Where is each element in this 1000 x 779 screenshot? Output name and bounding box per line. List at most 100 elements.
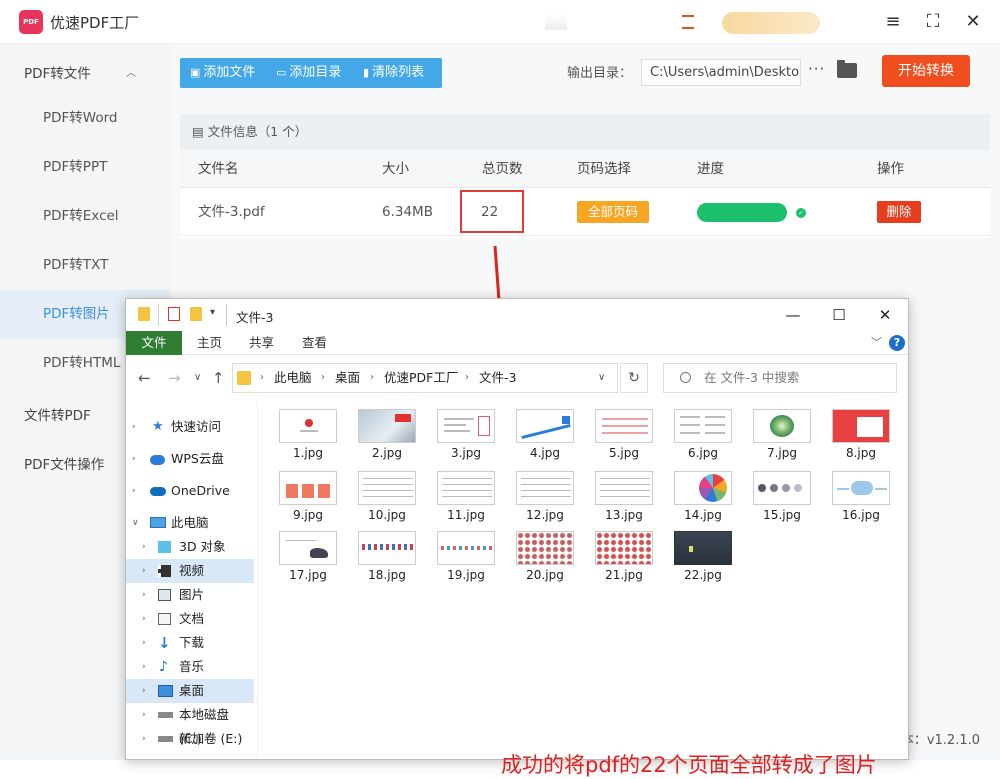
close-icon[interactable]: ✕	[862, 299, 908, 331]
file-item[interactable]: 10.jpg	[358, 471, 416, 529]
fullscreen-icon[interactable]: ⛶	[920, 10, 946, 34]
chevron-up-icon[interactable]: ︿	[126, 64, 136, 79]
more-icon[interactable]: ···	[808, 60, 825, 78]
properties-icon[interactable]	[168, 307, 180, 321]
crumb-current[interactable]: 文件-3	[479, 364, 516, 392]
file-item[interactable]: 8.jpg	[832, 409, 890, 467]
tab-view[interactable]: 查看	[302, 331, 327, 355]
new-folder-icon[interactable]	[190, 307, 202, 321]
chevron-down-icon[interactable]: ∨	[132, 511, 139, 535]
crumb-desktop[interactable]: 桌面	[335, 364, 360, 392]
thumbnail	[516, 531, 574, 565]
file-item[interactable]: 17.jpg	[279, 531, 337, 589]
chevron-right-icon[interactable]: ›	[142, 535, 146, 559]
forward-icon[interactable]: →	[168, 369, 181, 387]
file-item[interactable]: 21.jpg	[595, 531, 653, 589]
file-item[interactable]: 22.jpg	[674, 531, 732, 589]
tree-item-drive-c[interactable]: › 本地磁盘 (C:)	[126, 703, 254, 746]
separator	[158, 304, 159, 326]
file-item[interactable]: 20.jpg	[516, 531, 574, 589]
back-icon[interactable]: ←	[138, 369, 151, 387]
file-item[interactable]: 3.jpg	[437, 409, 495, 467]
file-item[interactable]: 4.jpg	[516, 409, 574, 467]
output-dir-field[interactable]: C:\Users\admin\Desktop	[641, 59, 801, 86]
add-dir-label: 添加目录	[289, 65, 342, 80]
vip-badge[interactable]	[722, 12, 820, 34]
help-icon[interactable]: ?	[889, 335, 905, 351]
chevron-right-icon[interactable]: ›	[142, 679, 146, 703]
chevron-right-icon[interactable]: ›	[132, 479, 136, 503]
tree-item-desktop[interactable]: › 桌面	[126, 679, 254, 703]
tab-file[interactable]: 文件	[126, 331, 182, 355]
file-item[interactable]: 13.jpg	[595, 471, 653, 529]
hamburger-icon[interactable]: ≡	[880, 10, 906, 34]
up-icon[interactable]: ↑	[212, 369, 225, 387]
file-name: 16.jpg	[842, 508, 880, 522]
chevron-right-icon[interactable]: ›	[142, 631, 146, 655]
file-item[interactable]: 15.jpg	[753, 471, 811, 529]
tree-item-this-pc[interactable]: ∨ 此电脑	[126, 511, 254, 535]
file-item[interactable]: 9.jpg	[279, 471, 337, 529]
add-file-button[interactable]: ▣ 添加文件	[190, 58, 255, 88]
page-select-button[interactable]: 全部页码	[577, 201, 649, 223]
tree-item-quick-access[interactable]: › ★ 快速访问	[126, 415, 254, 439]
sidebar-item-excel[interactable]: PDF转Excel	[0, 192, 170, 240]
file-name: 9.jpg	[292, 508, 324, 522]
sidebar-group-pdf-to-file[interactable]: PDF转文件	[24, 62, 91, 82]
open-folder-icon[interactable]	[837, 60, 857, 78]
customize-icon[interactable]: ▾	[210, 307, 215, 323]
tree-item-documents[interactable]: › 文档	[126, 607, 254, 631]
crumb-this-pc[interactable]: 此电脑	[274, 364, 312, 392]
chevron-right-icon[interactable]: ›	[142, 583, 146, 607]
app-logo: PDF	[19, 10, 43, 34]
tab-share[interactable]: 共享	[249, 331, 274, 355]
tree-item-video[interactable]: › 视频	[126, 559, 254, 583]
close-icon[interactable]: ✕	[960, 10, 986, 34]
chevron-right-icon[interactable]: ›	[132, 415, 136, 439]
sidebar-item-word[interactable]: PDF转Word	[0, 94, 170, 142]
tree-item-downloads[interactable]: › ↓ 下载	[126, 631, 254, 655]
chevron-down-icon[interactable]: ∨	[598, 364, 605, 392]
sidebar-group-pdf-ops[interactable]: PDF文件操作	[24, 453, 104, 473]
sidebar-group-file-to-pdf[interactable]: 文件转PDF	[24, 404, 91, 424]
tree-item-pictures[interactable]: › 图片	[126, 583, 254, 607]
refresh-icon[interactable]: ↻	[620, 363, 648, 393]
file-item[interactable]: 18.jpg	[358, 531, 416, 589]
tree-item-3d[interactable]: › 3D 对象	[126, 535, 254, 559]
tree-item-music[interactable]: › ♪ 音乐	[126, 655, 254, 679]
file-item[interactable]: 2.jpg	[358, 409, 416, 467]
tab-home[interactable]: 主页	[197, 331, 222, 355]
tree-item-wps-cloud[interactable]: › WPS云盘	[126, 447, 254, 471]
file-item[interactable]: 1.jpg	[279, 409, 337, 467]
chevron-right-icon[interactable]: ›	[142, 607, 146, 631]
start-convert-button[interactable]: 开始转换	[882, 55, 970, 87]
file-item[interactable]: 7.jpg	[753, 409, 811, 467]
chevron-right-icon[interactable]: ›	[132, 447, 136, 471]
crumb-app-folder[interactable]: 优速PDF工厂	[384, 364, 458, 392]
sidebar-item-txt[interactable]: PDF转TXT	[0, 241, 170, 289]
file-item[interactable]: 11.jpg	[437, 471, 495, 529]
delete-button[interactable]: 删除	[877, 201, 921, 223]
file-item[interactable]: 5.jpg	[595, 409, 653, 467]
tree-item-onedrive[interactable]: › OneDrive	[126, 479, 254, 503]
file-item[interactable]: 19.jpg	[437, 531, 495, 589]
clear-list-button[interactable]: ▮ 清除列表	[363, 58, 424, 88]
thumbnail	[358, 409, 416, 443]
chevron-right-icon[interactable]: ›	[142, 559, 146, 583]
recent-dropdown-icon[interactable]: ∨	[194, 372, 201, 383]
sidebar-item-ppt[interactable]: PDF转PPT	[0, 143, 170, 191]
address-bar[interactable]: › 此电脑 › 桌面 › 优速PDF工厂 › 文件-3 ∨	[232, 363, 618, 393]
chevron-right-icon[interactable]: ›	[142, 727, 146, 751]
tree-item-drive-e[interactable]: › 新加卷 (E:)	[126, 727, 254, 751]
file-item[interactable]: 12.jpg	[516, 471, 574, 529]
file-item[interactable]: 14.jpg	[674, 471, 732, 529]
minimize-icon[interactable]: —	[770, 299, 816, 331]
chevron-down-icon[interactable]: ﹀	[871, 334, 882, 350]
search-input[interactable]: 在 文件-3 中搜索	[663, 363, 897, 393]
add-dir-button[interactable]: ▭ 添加目录	[276, 58, 341, 88]
chevron-right-icon[interactable]: ›	[142, 703, 146, 727]
chevron-right-icon[interactable]: ›	[142, 655, 146, 679]
file-item[interactable]: 6.jpg	[674, 409, 732, 467]
maximize-icon[interactable]: ☐	[816, 299, 862, 331]
file-item[interactable]: 16.jpg	[832, 471, 890, 529]
